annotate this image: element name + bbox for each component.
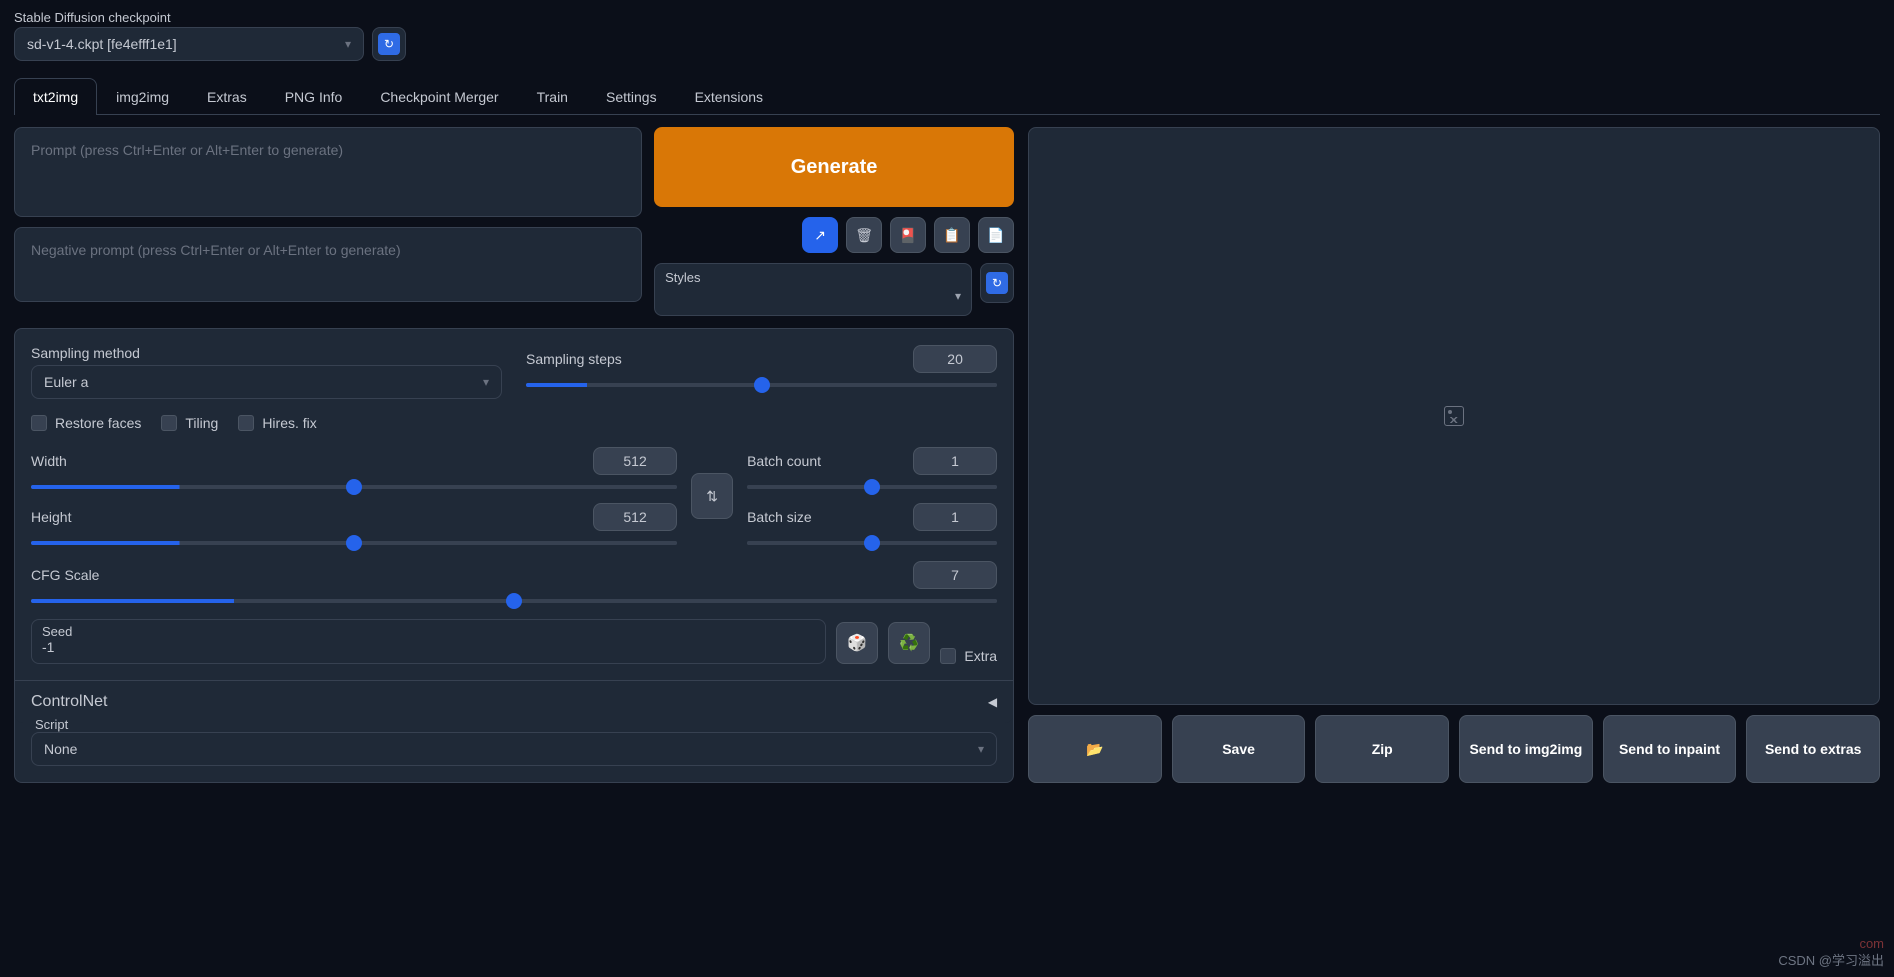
open-folder-button[interactable]: 📂 — [1028, 715, 1162, 783]
restore-faces-checkbox[interactable]: Restore faces — [31, 415, 141, 431]
save-button[interactable]: Save — [1172, 715, 1306, 783]
clipboard-icon: 📋 — [943, 227, 960, 244]
tool-arrow-button[interactable]: ↗ — [802, 217, 838, 253]
tool-extra-networks-button[interactable]: 🎴 — [890, 217, 926, 253]
styles-select[interactable]: Styles ▾ — [654, 263, 972, 316]
chevron-down-icon — [978, 742, 984, 756]
trash-icon: 🗑 — [855, 227, 873, 244]
random-seed-button[interactable]: 🎲 — [836, 622, 878, 664]
refresh-styles-button[interactable] — [980, 263, 1014, 303]
checkbox-icon — [31, 415, 47, 431]
send-to-img2img-button[interactable]: Send to img2img — [1459, 715, 1593, 783]
chevron-down-icon — [345, 37, 351, 51]
checkbox-icon — [238, 415, 254, 431]
swap-icon: ⇅ — [706, 488, 718, 505]
chevron-down-icon — [483, 375, 489, 389]
tab-extras[interactable]: Extras — [188, 78, 266, 115]
triangle-left-icon — [988, 693, 997, 711]
checkpoint-select[interactable]: sd-v1-4.ckpt [fe4efff1e1] — [14, 27, 364, 61]
output-gallery — [1028, 127, 1880, 705]
tab-settings[interactable]: Settings — [587, 78, 676, 115]
image-placeholder-icon — [1444, 406, 1464, 426]
tab-extensions[interactable]: Extensions — [676, 78, 782, 115]
card-icon: 🎴 — [899, 227, 916, 244]
seed-extra-checkbox[interactable]: Extra — [940, 648, 997, 664]
batch-count-value[interactable]: 1 — [913, 447, 997, 475]
checkpoint-label: Stable Diffusion checkpoint — [14, 10, 1880, 25]
batch-size-label: Batch size — [747, 509, 812, 525]
chevron-down-icon: ▾ — [665, 289, 961, 303]
send-to-extras-button[interactable]: Send to extras — [1746, 715, 1880, 783]
prompt-input[interactable] — [14, 127, 642, 217]
seed-input[interactable] — [42, 639, 815, 655]
tab-png-info[interactable]: PNG Info — [266, 78, 362, 115]
tool-paste-button[interactable]: 📋 — [934, 217, 970, 253]
send-to-inpaint-button[interactable]: Send to inpaint — [1603, 715, 1737, 783]
tiling-checkbox[interactable]: Tiling — [161, 415, 218, 431]
batch-size-value[interactable]: 1 — [913, 503, 997, 531]
dice-icon: 🎲 — [847, 633, 867, 653]
cfg-scale-slider[interactable] — [31, 599, 997, 603]
hires-fix-checkbox[interactable]: Hires. fix — [238, 415, 316, 431]
height-slider[interactable] — [31, 541, 677, 545]
sampling-method-label: Sampling method — [31, 345, 502, 361]
arrow-icon: ↗ — [814, 227, 826, 244]
recycle-icon: ♻️ — [899, 633, 919, 653]
script-label: Script — [31, 717, 997, 732]
checkbox-icon — [161, 415, 177, 431]
sampling-steps-label: Sampling steps — [526, 351, 622, 367]
refresh-icon — [986, 272, 1008, 294]
cfg-scale-label: CFG Scale — [31, 567, 99, 583]
cfg-scale-value[interactable]: 7 — [913, 561, 997, 589]
sampling-steps-value[interactable]: 20 — [913, 345, 997, 373]
sampling-method-value: Euler a — [44, 374, 88, 390]
file-icon: 📄 — [987, 227, 1004, 244]
width-slider[interactable] — [31, 485, 677, 489]
script-select[interactable]: None — [31, 732, 997, 766]
sampling-steps-slider[interactable] — [526, 383, 997, 387]
refresh-checkpoint-button[interactable] — [372, 27, 406, 61]
tab-checkpoint-merger[interactable]: Checkpoint Merger — [361, 78, 517, 115]
styles-label: Styles — [665, 270, 961, 285]
tool-clear-button[interactable]: 🗑 — [846, 217, 882, 253]
tab-img2img[interactable]: img2img — [97, 78, 188, 115]
zip-button[interactable]: Zip — [1315, 715, 1449, 783]
tab-txt2img[interactable]: txt2img — [14, 78, 97, 115]
script-value: None — [44, 741, 77, 757]
folder-icon: 📂 — [1086, 741, 1103, 758]
generate-button[interactable]: Generate — [654, 127, 1014, 207]
tab-train[interactable]: Train — [518, 78, 587, 115]
sampling-method-select[interactable]: Euler a — [31, 365, 502, 399]
width-label: Width — [31, 453, 67, 469]
height-value[interactable]: 512 — [593, 503, 677, 531]
tool-file-button[interactable]: 📄 — [978, 217, 1014, 253]
batch-count-slider[interactable] — [747, 485, 997, 489]
batch-count-label: Batch count — [747, 453, 821, 469]
width-value[interactable]: 512 — [593, 447, 677, 475]
swap-dimensions-button[interactable]: ⇅ — [691, 473, 733, 519]
main-tabs: txt2imgimg2imgExtrasPNG InfoCheckpoint M… — [14, 77, 1880, 115]
checkpoint-value: sd-v1-4.ckpt [fe4efff1e1] — [27, 36, 177, 52]
refresh-icon — [378, 33, 400, 55]
seed-label: Seed — [42, 624, 815, 639]
negative-prompt-input[interactable] — [14, 227, 642, 302]
height-label: Height — [31, 509, 71, 525]
watermark: com CSDN @学习溢出 — [1778, 950, 1884, 969]
controlnet-label: ControlNet — [31, 693, 107, 711]
batch-size-slider[interactable] — [747, 541, 997, 545]
reuse-seed-button[interactable]: ♻️ — [888, 622, 930, 664]
checkbox-icon — [940, 648, 956, 664]
